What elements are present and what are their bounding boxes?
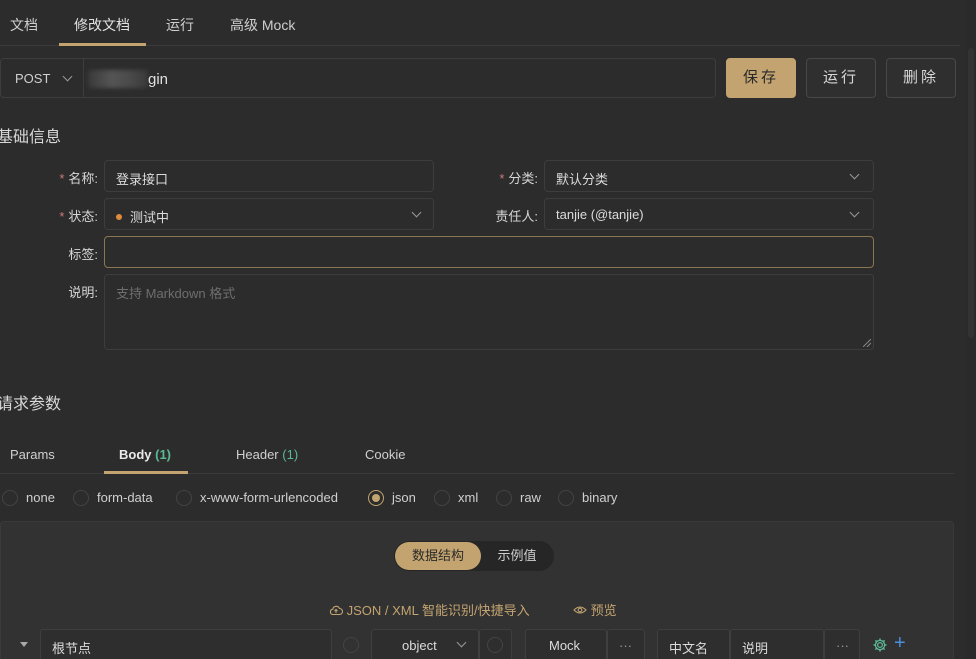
more-icon: ··· [836, 638, 849, 653]
description-textarea[interactable]: 支持 Markdown 格式 [104, 274, 874, 350]
owner-select[interactable]: tanjie (@tanjie) [544, 198, 874, 230]
root-node-input[interactable]: 根节点 [40, 629, 332, 659]
chevron-down-icon [849, 169, 860, 180]
url-input[interactable]: gin [84, 58, 716, 98]
tab-cookie[interactable]: Cookie [365, 447, 405, 462]
chevron-down-icon [62, 71, 73, 82]
basic-info-title: 基础信息 [0, 129, 62, 146]
chevron-down-icon [849, 207, 860, 218]
method-select[interactable]: POST [0, 58, 84, 98]
tags-input[interactable] [104, 236, 874, 268]
seg-example[interactable]: 示例值 [482, 541, 552, 571]
resize-handle-icon[interactable] [863, 339, 871, 347]
radio-json[interactable] [368, 490, 384, 506]
active-tab-indicator [59, 43, 146, 46]
run-button[interactable]: 运行 [806, 58, 876, 98]
caret-down-icon[interactable] [20, 642, 28, 648]
radio-none[interactable] [2, 490, 18, 506]
owner-label: 责任人: [495, 209, 538, 224]
request-params-title: 请求参数 [0, 396, 62, 413]
save-button[interactable]: 保存 [726, 58, 796, 98]
radio-xml[interactable] [434, 490, 450, 506]
category-label: * 分类: [499, 171, 538, 186]
desc-more-button[interactable]: ··· [824, 629, 860, 659]
preview-link[interactable]: 预览 [573, 600, 617, 619]
radio-label-xml: xml [458, 490, 479, 505]
chevron-down-icon [456, 637, 467, 648]
radio-label-json: json [392, 490, 416, 505]
chinese-name-input[interactable]: 中文名 [657, 629, 730, 659]
mock-placeholder: Mock [549, 638, 581, 653]
status-label: * 状态: [59, 209, 98, 224]
category-value: 默认分类 [556, 172, 609, 187]
top-tab-bar: 文档 修改文档 运行 高级 Mock [0, 0, 960, 46]
eye-icon [573, 606, 587, 614]
tab-doc[interactable]: 文档 [10, 15, 38, 35]
radio-form-data[interactable] [73, 490, 89, 506]
type-value: object [402, 638, 437, 653]
status-value: 测试中 [116, 207, 169, 226]
name-value: 登录接口 [116, 172, 169, 187]
delete-button[interactable]: 删除 [886, 58, 956, 98]
cloud-upload-icon [329, 605, 343, 616]
tab-advanced-mock[interactable]: 高级 Mock [230, 15, 295, 35]
category-select[interactable]: 默认分类 [544, 160, 874, 192]
desc-label: 说明: [68, 285, 98, 300]
more-icon: ··· [619, 638, 632, 653]
mock-more-button[interactable]: ··· [607, 629, 645, 659]
tab-run[interactable]: 运行 [166, 15, 194, 35]
tab-header[interactable]: Header (1) [236, 447, 298, 462]
field-desc-placeholder: 说明 [742, 641, 769, 656]
radio-label-form-data: form-data [97, 490, 153, 505]
chinese-name-placeholder: 中文名 [669, 641, 709, 656]
status-dot-icon [116, 214, 122, 220]
tags-label: 标签: [68, 247, 98, 262]
radio-urlencoded[interactable] [176, 490, 192, 506]
owner-value: tanjie (@tanjie) [556, 207, 644, 222]
url-value: gin [148, 71, 169, 88]
active-params-tab-indicator [104, 471, 188, 474]
radio-label-none: none [26, 490, 55, 505]
seg-schema[interactable]: 数据结构 [395, 542, 481, 570]
settings-gear-icon[interactable] [872, 637, 888, 653]
status-select[interactable]: 测试中 [104, 198, 434, 230]
page-scrollbar[interactable] [966, 0, 976, 659]
radio-label-urlencoded: x-www-form-urlencoded [200, 490, 338, 505]
scrollbar-thumb[interactable] [968, 48, 974, 338]
required-checkbox[interactable] [343, 637, 359, 653]
name-label: * 名称: [59, 171, 98, 186]
tab-params[interactable]: Params [10, 447, 55, 462]
smart-import-link[interactable]: JSON / XML 智能识别/快捷导入 [329, 600, 530, 619]
tab-edit-doc[interactable]: 修改文档 [74, 15, 130, 35]
radio-label-raw: raw [520, 490, 541, 505]
nullable-checkbox[interactable] [487, 637, 503, 653]
chevron-down-icon [411, 207, 422, 218]
type-select[interactable]: object [371, 629, 479, 659]
view-mode-toggle: 数据结构 示例值 [394, 541, 554, 571]
redacted-url-segment [88, 70, 148, 88]
radio-raw[interactable] [496, 490, 512, 506]
add-field-icon[interactable]: + [894, 632, 906, 655]
tab-body[interactable]: Body (1) [119, 447, 171, 462]
mock-input[interactable]: Mock [525, 629, 607, 659]
radio-label-binary: binary [582, 490, 618, 505]
desc-placeholder: 支持 Markdown 格式 [116, 286, 236, 301]
radio-binary[interactable] [558, 490, 574, 506]
name-field[interactable]: 登录接口 [104, 160, 434, 192]
field-desc-input[interactable]: 说明 [730, 629, 824, 659]
method-value: POST [15, 71, 51, 86]
root-node-placeholder: 根节点 [52, 641, 92, 656]
